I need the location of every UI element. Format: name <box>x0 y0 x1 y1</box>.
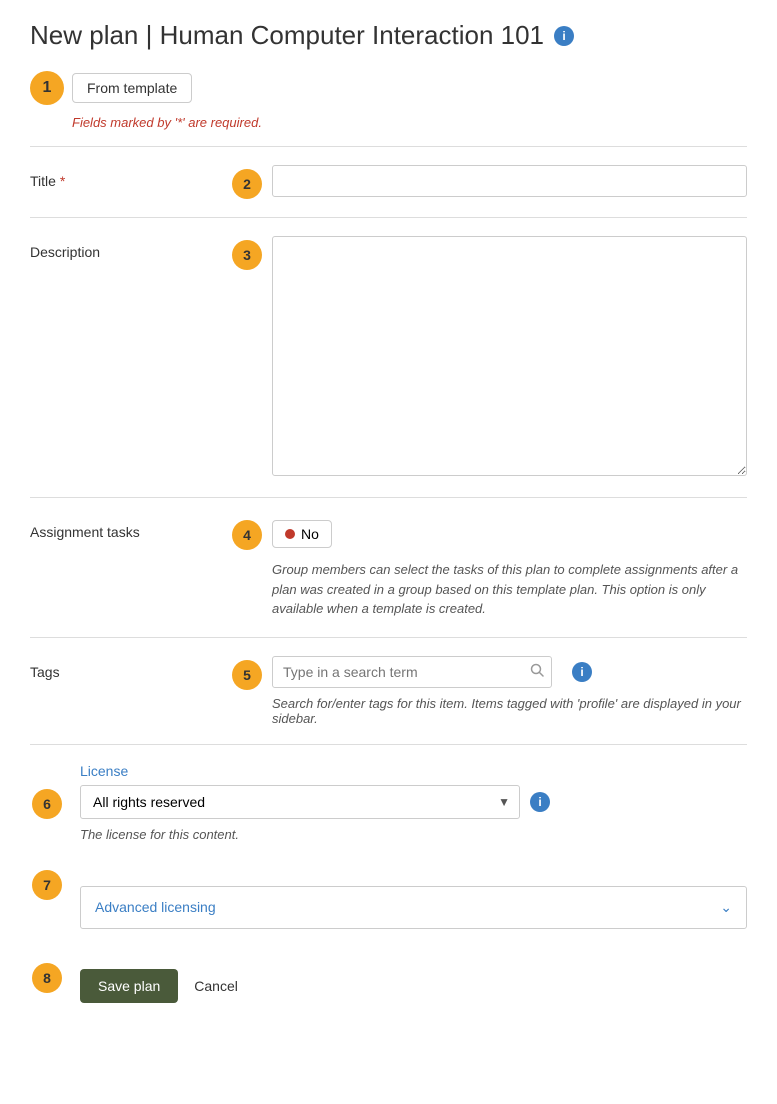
step5-badge: 5 <box>232 660 262 690</box>
step8-col: 8 <box>30 959 72 993</box>
toggle-label: No <box>301 526 319 542</box>
step4-badge: 4 <box>232 520 262 550</box>
step7-col: 7 <box>30 870 72 900</box>
tags-row: Tags 5 i S <box>30 656 747 726</box>
license-select[interactable]: All rights reserved Creative Commons Att… <box>80 785 520 819</box>
title-row: Title * 2 <box>30 165 747 199</box>
step7-badge: 7 <box>32 870 62 900</box>
page-title: New plan | Human Computer Interaction 10… <box>30 20 544 51</box>
step3-col: 3 <box>230 236 272 270</box>
license-control-col: License All rights reserved Creative Com… <box>80 763 747 842</box>
toggle-dot <box>285 529 295 539</box>
advanced-licensing-title: Advanced licensing <box>95 899 216 915</box>
tags-control: i Search for/enter tags for this item. I… <box>272 656 747 726</box>
tags-helper: Search for/enter tags for this item. Ite… <box>272 696 747 726</box>
tags-search-input[interactable] <box>272 656 552 688</box>
save-plan-button[interactable]: Save plan <box>80 969 178 1003</box>
assignment-section: Assignment tasks 4 No Group members can … <box>30 497 747 637</box>
tags-info-icon[interactable]: i <box>572 662 592 682</box>
assignment-control: No <box>272 516 747 548</box>
assignment-helper: Group members can select the tasks of th… <box>272 560 747 619</box>
assignment-row: Assignment tasks 4 No <box>30 516 747 550</box>
step6-col: 6 <box>30 763 72 819</box>
advanced-col: Advanced licensing ⌄ <box>80 870 747 929</box>
page-header: New plan | Human Computer Interaction 10… <box>30 20 747 51</box>
description-label: Description <box>30 236 230 260</box>
page-container: New plan | Human Computer Interaction 10… <box>0 0 777 1043</box>
step4-col: 4 <box>230 516 272 550</box>
description-row: Description 3 <box>30 236 747 479</box>
step2-badge: 2 <box>232 169 262 199</box>
license-select-outer: All rights reserved Creative Commons Att… <box>80 785 520 819</box>
advanced-licensing-section: Advanced licensing ⌄ <box>80 886 747 929</box>
cancel-button[interactable]: Cancel <box>194 978 238 994</box>
license-row: 6 License All rights reserved Creative C… <box>30 763 747 842</box>
title-section: Title * 2 <box>30 146 747 217</box>
description-textarea[interactable] <box>272 236 747 476</box>
required-note: Fields marked by '*' are required. <box>72 115 747 130</box>
chevron-down-icon: ⌄ <box>720 899 732 916</box>
step1-badge: 1 <box>30 71 64 105</box>
search-icon-button[interactable] <box>530 663 544 680</box>
license-helper: The license for this content. <box>80 827 747 842</box>
license-select-wrapper: All rights reserved Creative Commons Att… <box>80 785 747 819</box>
license-label: License <box>80 763 747 779</box>
description-control <box>272 236 747 479</box>
advanced-licensing-toggle[interactable]: Advanced licensing ⌄ <box>81 887 746 928</box>
tags-label: Tags <box>30 656 230 680</box>
tags-search-wrapper <box>272 656 552 688</box>
title-input[interactable] <box>272 165 747 197</box>
step3-badge: 3 <box>232 240 262 270</box>
license-section: 6 License All rights reserved Creative C… <box>30 744 747 860</box>
step2-col: 2 <box>230 165 272 199</box>
tags-section: Tags 5 i S <box>30 637 747 744</box>
advanced-row: 7 Advanced licensing ⌄ <box>30 870 747 929</box>
action-buttons: Save plan Cancel <box>80 969 238 1003</box>
step8-badge: 8 <box>32 963 62 993</box>
title-label: Title * <box>30 165 230 189</box>
title-required-star: * <box>60 173 65 189</box>
license-info-icon[interactable]: i <box>530 792 550 812</box>
search-icon <box>530 663 544 677</box>
title-control <box>272 165 747 197</box>
step1-row: 1 From template <box>30 71 747 105</box>
step6-badge: 6 <box>32 789 62 819</box>
step5-col: 5 <box>230 656 272 690</box>
actions-row: 8 Save plan Cancel <box>30 949 747 1003</box>
description-section: Description 3 <box>30 217 747 497</box>
page-info-icon[interactable]: i <box>554 26 574 46</box>
assignment-toggle[interactable]: No <box>272 520 332 548</box>
assignment-label: Assignment tasks <box>30 516 230 540</box>
from-template-button[interactable]: From template <box>72 73 192 103</box>
